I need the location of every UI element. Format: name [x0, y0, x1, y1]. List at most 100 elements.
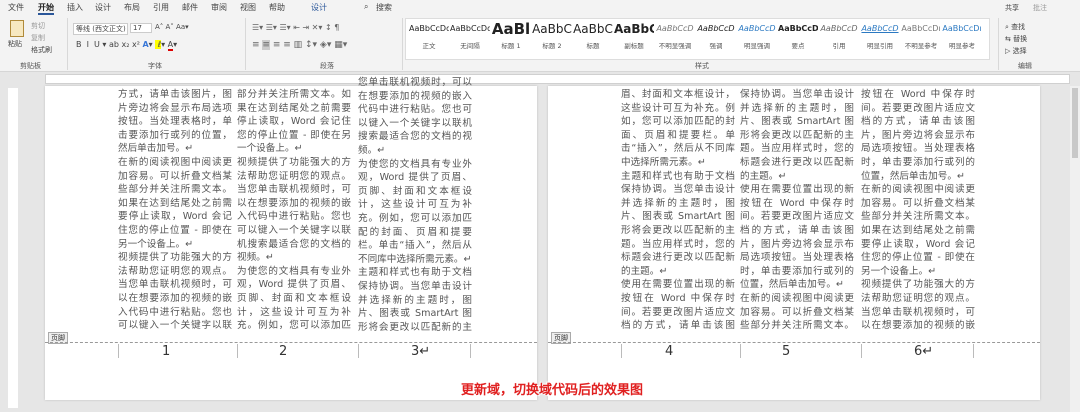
style-name: 明显引用 [867, 42, 893, 50]
paste-button[interactable]: 粘贴 [8, 39, 22, 49]
paragraph[interactable]: 视频提供了功能强大的方法帮助您证明您的观点。当您单击联机视频时，可以在想要添加的… [861, 278, 975, 332]
text-column[interactable]: 部分并关注所需文本。如果在达到结尾处之前需要停止读取，Word 会记住您的停止位… [237, 88, 351, 332]
editing-group-label: 编辑 [1018, 62, 1032, 70]
search-box[interactable]: 搜索 [376, 2, 392, 13]
list-buttons[interactable]: ☰▾ ☰▾ ☰▾ ⇤ ⇥ ✕▾ ↕ ¶ [252, 23, 339, 32]
margin-mark [740, 344, 741, 358]
grow-font-icon[interactable]: A˄ A˅ Aa▾ [155, 23, 189, 31]
replace-button[interactable]: ⇆ 替换 [1005, 34, 1027, 44]
style-name: 不明显参考 [904, 42, 938, 50]
paragraph[interactable]: 保持协调。当您单击设计并选择新的主题时，图片、图表或 SmartArt 图形将会… [740, 88, 854, 183]
paragraph[interactable]: 使用在需要位置出现的新按钮在 Word 中保存时间。若要更改图片适应文档的方式，… [621, 278, 735, 332]
style-preview: AaBbCcDı [942, 24, 982, 33]
tab-file[interactable]: 文件 [8, 2, 24, 13]
paragraph[interactable]: 使用在需要位置出现的新按钮在 Word 中保存时间。若要更改图片适应文档的方式，… [740, 183, 854, 292]
page-number-field[interactable]: 1 [162, 344, 170, 359]
style-5[interactable]: AaBbC 副标题 [614, 22, 654, 50]
paragraph[interactable]: 您单击联机视频时，可以在想要添加的视频的嵌入代码中进行粘贴。您也可以键入一个关键… [358, 76, 472, 158]
paragraph[interactable]: 部分并关注所需文本。如果在达到结尾处之前需要停止读取，Word 会记住您的停止位… [237, 88, 351, 156]
style-name: 要点 [791, 42, 805, 50]
paragraph[interactable]: 视频提供了功能强大的方法帮助您证明您的观点。当您单击联机视频时，可以在想要添加的… [237, 156, 351, 265]
style-7[interactable]: AaBbCcD 强调 [696, 22, 736, 50]
paragraph[interactable]: 为使您的文档具有专业外观，Word 提供了页眉、页脚、封面和文本框设计，这些设计… [358, 158, 472, 267]
vertical-ruler[interactable] [8, 88, 18, 408]
style-preview: AaBbCcD [861, 24, 899, 33]
scrollbar-thumb[interactable] [1072, 88, 1078, 158]
tab-context-design[interactable]: 设计 [311, 2, 327, 13]
style-11[interactable]: AaBbCcD 明显引用 [860, 22, 900, 50]
find-button[interactable]: ⌕ 查找 [1005, 22, 1025, 32]
tab-insert[interactable]: 插入 [67, 2, 83, 13]
style-10[interactable]: AaBbCcD 引用 [819, 22, 859, 50]
style-8[interactable]: AaBbCcD 明显强调 [737, 22, 777, 50]
tab-view[interactable]: 视图 [240, 2, 256, 13]
style-6[interactable]: AaBbCcD 不明显强调 [655, 22, 695, 50]
font-name-select[interactable]: 等线 (西文正文) [73, 23, 128, 35]
paragraph[interactable]: 主题和样式也有助于文档保持协调。当您单击设计并选择新的主题时，图片、图表或 Sm… [358, 266, 472, 332]
margin-mark [118, 344, 119, 358]
vertical-scrollbar[interactable] [1070, 86, 1080, 412]
tab-layout[interactable]: 布局 [124, 2, 140, 13]
paragraph[interactable]: 方式，请单击该图片，图片旁边将会显示布局选项按钮。当处理表格时，单击要添加行或列… [118, 88, 232, 156]
tab-help[interactable]: 帮助 [269, 2, 285, 13]
style-1[interactable]: AaBbCcDd 无间隔 [450, 22, 490, 50]
copy-button[interactable]: 复制 [31, 33, 45, 43]
style-name: 明显参考 [949, 42, 975, 50]
page-1: 方式，请单击该图片，图片旁边将会显示布局选项按钮。当处理表格时，单击要添加行或列… [45, 77, 537, 400]
style-name: 标题 1 [501, 42, 521, 50]
style-name: 强调 [709, 42, 723, 50]
text-column[interactable]: 您单击联机视频时，可以在想要添加的视频的嵌入代码中进行粘贴。您也可以键入一个关键… [358, 76, 472, 332]
text-column[interactable]: 保持协调。当您单击设计并选择新的主题时，图片、图表或 SmartArt 图形将会… [740, 88, 854, 332]
paragraph[interactable]: 在新的阅读视图中阅读更加容易。可以折叠文档某些部分并关注所需文本。如果在达到结尾… [118, 156, 232, 251]
page-number-field[interactable]: 2 [279, 344, 287, 359]
style-preview: AaBbCcD [778, 24, 818, 33]
style-preview: AaBbCcDd [450, 24, 490, 33]
share-button[interactable]: 共享 [1005, 3, 1019, 13]
style-preview: AaBbC [532, 22, 572, 36]
tab-mailings[interactable]: 邮件 [182, 2, 198, 13]
alignment-buttons[interactable]: ≡ ≡ ≡ ≡ ▥ ↕▾ ◈▾ ▦▾ [252, 40, 347, 50]
style-4[interactable]: AaBbC 标题 [573, 22, 613, 50]
paragraph[interactable]: 主题和样式也有助于文档保持协调。当您单击设计并选择新的主题时，图片、图表或 Sm… [621, 170, 735, 279]
tab-home[interactable]: 开始 [38, 2, 54, 15]
text-column[interactable]: 方式，请单击该图片，图片旁边将会显示布局选项按钮。当处理表格时，单击要添加行或列… [118, 88, 232, 332]
paragraph[interactable]: 为使您的文档具有专业外观，Word 提供了页眉、页脚、封面和文本框设计，这些设计… [237, 265, 351, 332]
select-button[interactable]: ▷ 选择 [1005, 46, 1027, 56]
paragraph[interactable]: 眉、封面和文本框设计，这些设计可互为补充。例如，您可以添加匹配的封面、页眉和提要… [621, 88, 735, 170]
page-number-field[interactable]: 6↵ [914, 344, 933, 359]
tab-references[interactable]: 引用 [153, 2, 169, 13]
paragraph[interactable]: 在新的阅读视图中阅读更加容易。可以折叠文档某些部分并关注所需文本。如果在达到结尾… [740, 292, 854, 332]
font-size-select[interactable]: 17 [130, 23, 152, 33]
page-number-field[interactable]: 3↵ [411, 344, 430, 359]
font-format-buttons[interactable]: B I U ▾ ab x₂ x² A▾ ℓ▾ A▾ [76, 40, 177, 51]
style-preview: AaBbCcDd [409, 24, 449, 33]
cut-button[interactable]: 剪切 [31, 21, 45, 31]
style-12[interactable]: AaBbCcDı 不明显参考 [901, 22, 941, 50]
clipboard-group-label: 剪贴板 [20, 62, 41, 70]
style-13[interactable]: AaBbCcDı 明显参考 [942, 22, 982, 50]
style-2[interactable]: AaBl 标题 1 [491, 22, 531, 50]
format-painter-button[interactable]: 格式刷 [31, 45, 52, 55]
style-9[interactable]: AaBbCcD 要点 [778, 22, 818, 50]
comments-button[interactable]: 批注 [1033, 3, 1047, 13]
tab-review[interactable]: 审阅 [211, 2, 227, 13]
paragraph[interactable]: 按钮在 Word 中保存时间。若要更改图片适应文档的方式，请单击该图片，图片旁边… [861, 88, 975, 183]
paragraph[interactable]: 视频提供了功能强大的方法帮助您证明您的观点。当您单击联机视频时，可以在想要添加的… [118, 251, 232, 332]
page-number-field[interactable]: 4 [665, 344, 673, 359]
margin-mark [973, 344, 974, 358]
style-3[interactable]: AaBbC 标题 2 [532, 22, 572, 50]
horizontal-ruler[interactable] [45, 74, 1070, 84]
search-icon[interactable]: ⌕ [364, 2, 368, 12]
style-name: 引用 [832, 42, 846, 50]
style-preview: AaBbCcD [738, 24, 776, 33]
divider [998, 18, 999, 70]
select-label: 选择 [1012, 47, 1027, 55]
style-0[interactable]: AaBbCcDd 正文 [409, 22, 449, 50]
text-column[interactable]: 眉、封面和文本框设计，这些设计可互为补充。例如，您可以添加匹配的封面、页眉和提要… [621, 88, 735, 332]
text-column[interactable]: 按钮在 Word 中保存时间。若要更改图片适应文档的方式，请单击该图片，图片旁边… [861, 88, 975, 332]
paragraph[interactable]: 在新的阅读视图中阅读更加容易。可以折叠文档某些部分并关注所需文本。如果在达到结尾… [861, 183, 975, 278]
tab-design[interactable]: 设计 [95, 2, 111, 13]
page-number-field[interactable]: 5 [782, 344, 790, 359]
paste-icon[interactable] [10, 20, 24, 37]
style-preview: AaBbCcDı [901, 24, 941, 33]
